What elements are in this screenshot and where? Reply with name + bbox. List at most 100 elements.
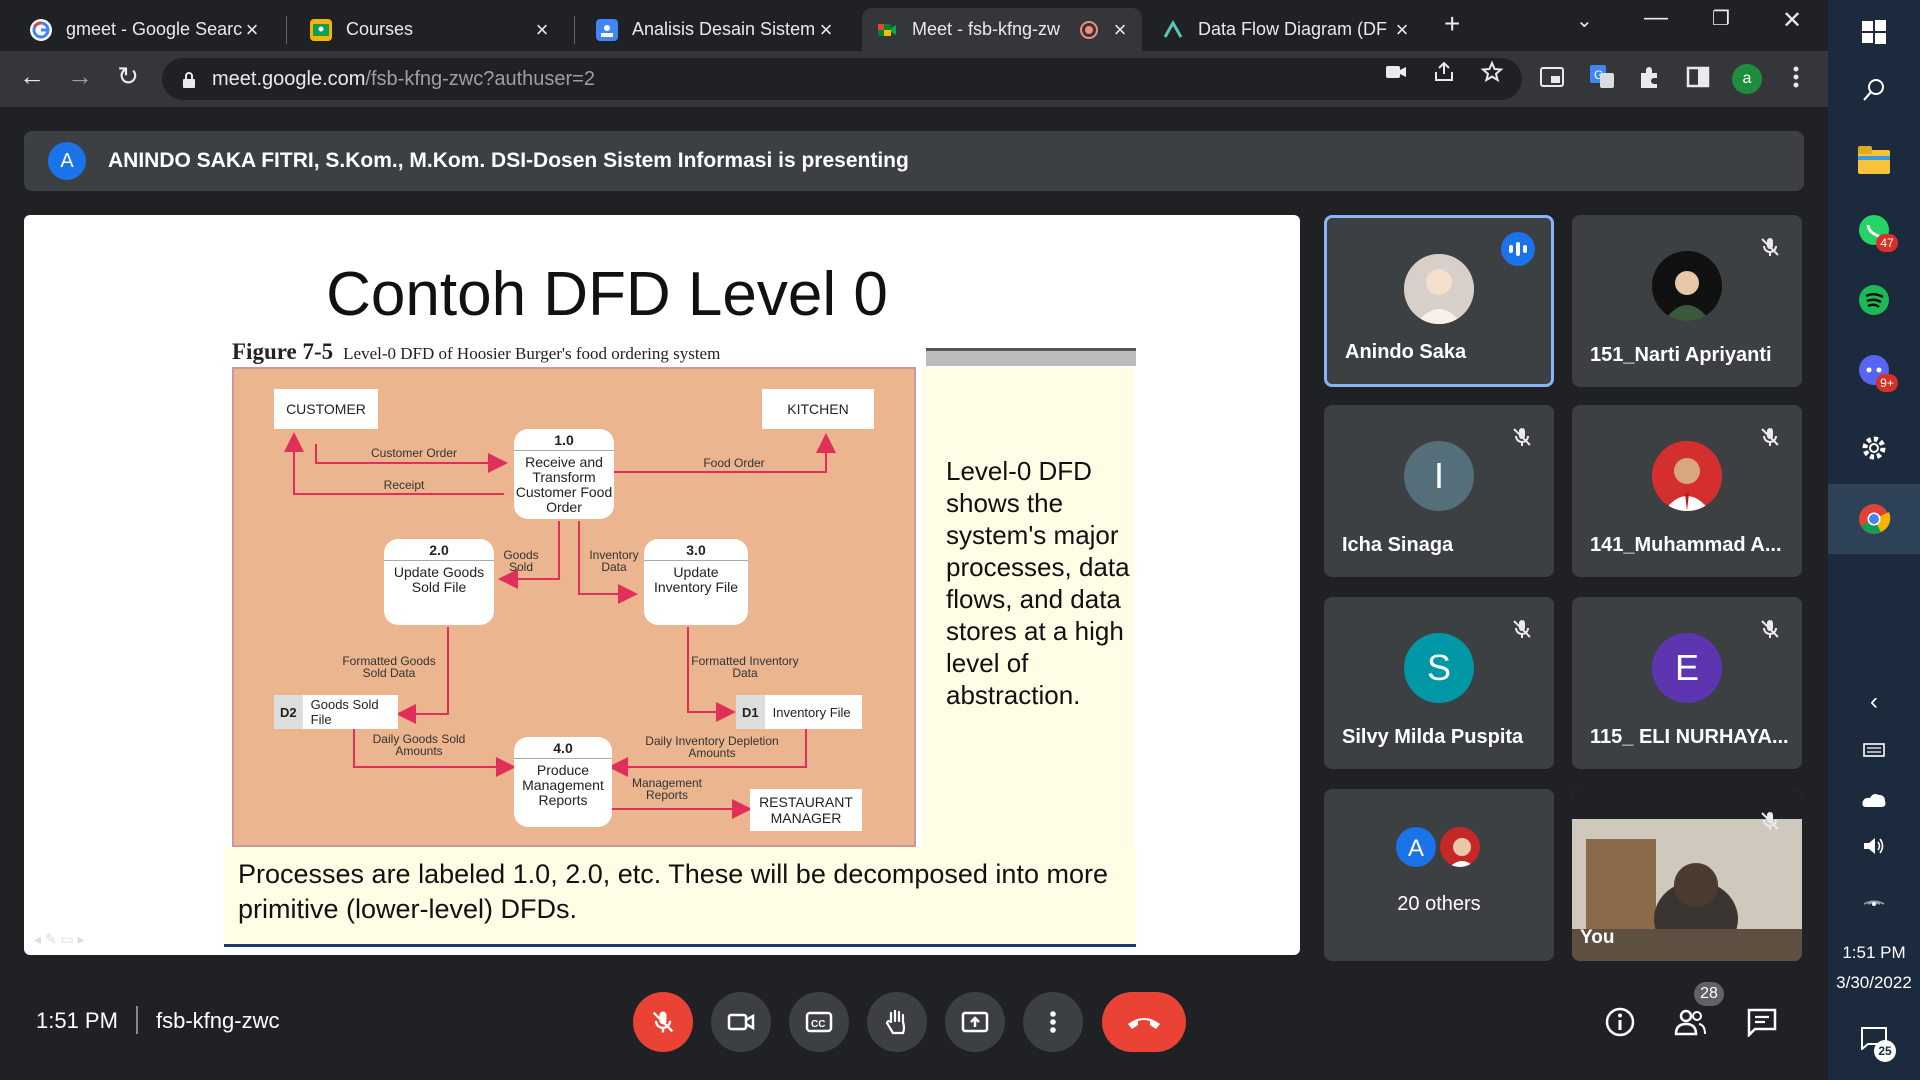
self-video-tile[interactable]: You (1572, 789, 1802, 961)
close-icon[interactable]: × (532, 17, 552, 43)
participant-tile[interactable]: S Silvy Milda Puspita (1324, 597, 1554, 769)
participant-name: Icha Sinaga (1342, 534, 1454, 556)
process-number: 2.0 (384, 543, 494, 561)
forward-button[interactable]: → (62, 61, 98, 92)
whatsapp-icon[interactable]: 47 (1854, 210, 1898, 252)
more-options-button[interactable] (1023, 992, 1083, 1052)
participant-photo (1652, 441, 1722, 511)
mic-toggle-button[interactable] (633, 992, 693, 1052)
side-panel-icon[interactable] (1684, 64, 1712, 92)
translate-icon[interactable]: G (1588, 64, 1616, 92)
close-icon[interactable]: × (816, 17, 836, 43)
participant-photo (1404, 254, 1474, 324)
participant-tile[interactable]: 141_Muhammad A... (1572, 405, 1802, 577)
self-label: You (1580, 927, 1615, 948)
presentation-stage[interactable]: Contoh DFD Level 0 Figure 7-5 Level-0 DF… (24, 215, 1300, 955)
browser-toolbar: ← → ↻ meet.google.com/fsb-kfng-zwc?authu… (0, 51, 1828, 107)
flow-label: Receipt (383, 478, 425, 492)
tab-search-chevron-icon[interactable]: ⌄ (1576, 8, 1593, 33)
mic-muted-icon (1761, 620, 1779, 638)
tab-dfd[interactable]: Data Flow Diagram (DF × (1148, 8, 1424, 51)
participant-tile[interactable]: I Icha Sinaga (1324, 405, 1554, 577)
back-button[interactable]: ← (14, 61, 50, 92)
close-icon[interactable]: × (1110, 17, 1130, 43)
notifications-icon[interactable]: 25 (1854, 1018, 1896, 1062)
discord-icon[interactable]: 9+ (1854, 350, 1898, 392)
settings-gear-icon[interactable] (1854, 428, 1894, 468)
search-icon[interactable] (1854, 70, 1894, 110)
camera-in-use-icon[interactable] (1384, 60, 1408, 90)
raise-hand-button[interactable] (867, 992, 927, 1052)
store-d1: D1 Inventory File (736, 695, 862, 729)
store-id: D1 (736, 695, 765, 729)
chrome-icon[interactable] (1854, 499, 1894, 539)
address-bar[interactable]: meet.google.com/fsb-kfng-zwc?authuser=2 (162, 58, 1522, 100)
participant-avatar: E (1652, 633, 1722, 703)
chat-icon (1747, 1008, 1777, 1037)
bookmark-star-icon[interactable] (1480, 60, 1504, 90)
captions-button[interactable]: CC (789, 992, 849, 1052)
file-explorer-icon[interactable] (1854, 140, 1894, 180)
recording-icon (1080, 20, 1098, 39)
tab-divider (574, 16, 575, 44)
reload-button[interactable]: ↻ (110, 61, 146, 92)
profile-avatar[interactable]: a (1732, 64, 1762, 94)
tab-title: gmeet - Google Search (66, 19, 242, 39)
others-avatar-a: A (1394, 825, 1438, 869)
cast-icon[interactable] (1538, 64, 1566, 92)
tab-google-search[interactable]: gmeet - Google Search × (16, 8, 274, 51)
entity-customer: CUSTOMER (274, 389, 378, 429)
dfd-icon (1162, 19, 1184, 41)
extensions-icon[interactable] (1636, 64, 1664, 92)
windows-start-icon[interactable] (1854, 12, 1894, 52)
system-clock[interactable]: 1:51 PM 3/30/2022 (1828, 938, 1920, 998)
flow-label: Food Order (703, 456, 765, 470)
tab-analisis-desain[interactable]: Analisis Desain Sistem I × (582, 8, 848, 51)
store-id: D2 (274, 695, 303, 729)
kebab-icon (1050, 1011, 1056, 1033)
tab-meet[interactable]: Meet - fsb-kfng-zw × (862, 8, 1142, 51)
mic-muted-icon (1761, 428, 1779, 446)
decorative-rule (926, 348, 1136, 366)
presentation-toolbar-icons[interactable]: ◂ ✎ ▭ ▸ (34, 931, 85, 948)
tab-courses[interactable]: Courses × (296, 8, 564, 51)
close-window-button[interactable]: ✕ (1782, 6, 1802, 35)
spotify-icon[interactable] (1854, 280, 1894, 320)
others-tile[interactable]: A 20 others (1324, 789, 1554, 961)
dfd-diagram: CUSTOMER KITCHEN RESTAURANT MANAGER 1.0 R… (232, 367, 916, 847)
participant-tile[interactable]: E 115_ ELI NURHAYA... (1572, 597, 1802, 769)
participant-tile[interactable]: 151_Narti Apriyanti (1572, 215, 1802, 387)
share-icon[interactable] (1432, 60, 1456, 90)
entity-kitchen: KITCHEN (762, 389, 874, 429)
minimize-button[interactable]: — (1644, 4, 1668, 32)
leave-call-button[interactable] (1102, 992, 1186, 1052)
new-tab-button[interactable]: + (1444, 8, 1460, 40)
participant-avatar: I (1404, 441, 1474, 511)
phone-hangup-icon (1128, 1018, 1160, 1029)
people-button[interactable] (1672, 1004, 1708, 1040)
keyboard-icon[interactable] (1854, 730, 1894, 770)
participant-tile[interactable]: Anindo Saka (1324, 215, 1554, 387)
volume-icon[interactable] (1854, 826, 1894, 866)
camera-toggle-button[interactable] (711, 992, 771, 1052)
close-icon[interactable]: × (1392, 17, 1412, 43)
process-number: 1.0 (514, 433, 614, 451)
close-icon[interactable]: × (242, 17, 262, 43)
chat-button[interactable] (1744, 1004, 1780, 1040)
figure-label: Figure 7-5 (232, 339, 334, 364)
flow-label: Customer Order (370, 446, 458, 460)
discord-badge: 9+ (1876, 374, 1898, 392)
menu-kebab-icon[interactable] (1782, 64, 1810, 92)
present-screen-button[interactable] (945, 992, 1005, 1052)
url-host: meet.google.com (212, 67, 366, 90)
wifi-icon[interactable] (1854, 876, 1894, 916)
participant-name: 141_Muhammad A... (1590, 534, 1782, 556)
chevron-left-icon[interactable]: ‹ (1854, 682, 1894, 722)
lock-icon (182, 71, 196, 88)
speaking-indicator-icon (1501, 232, 1535, 266)
meeting-details-button[interactable] (1602, 1004, 1638, 1040)
info-icon (1605, 1007, 1635, 1037)
restore-button[interactable]: ❐ (1712, 6, 1730, 31)
meet-icon (876, 19, 898, 41)
onedrive-icon[interactable] (1854, 780, 1894, 820)
